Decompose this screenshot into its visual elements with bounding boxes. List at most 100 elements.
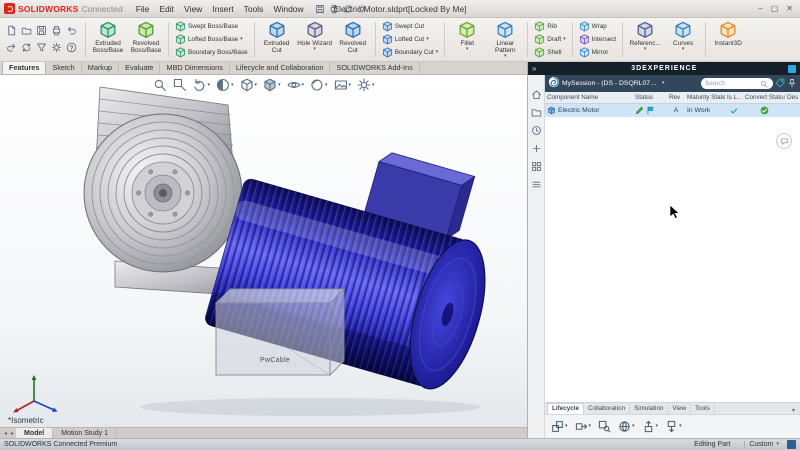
panel-tab-collaboration[interactable]: Collaboration [584, 404, 630, 414]
boundary-cut-button[interactable]: Boundary Cut▾ [382, 47, 439, 58]
panel-tab-lifecycle[interactable]: Lifecycle [547, 403, 584, 414]
tab-evaluate[interactable]: Evaluate [119, 62, 160, 74]
linear-pattern-button[interactable]: Linear Pattern▾ [486, 19, 524, 60]
3d-model-electric-motor[interactable] [0, 75, 527, 427]
zoom-area-button[interactable] [169, 77, 189, 93]
menu-file[interactable]: File [131, 2, 155, 16]
plus-icon[interactable] [531, 143, 542, 154]
instant3d-button[interactable]: Instant3D [709, 19, 747, 60]
previous-view-button[interactable]: ▾ [189, 77, 213, 93]
curves-button[interactable]: Curves▾ [664, 19, 702, 60]
draft-button[interactable]: Draft▾ [534, 34, 565, 45]
fillet-button[interactable]: Fillet▾ [448, 19, 486, 60]
box-up-arrow-button[interactable]: ▾ [642, 420, 659, 433]
panel-tab-view[interactable]: View [668, 404, 691, 414]
units-selector[interactable]: Custom ▾ [744, 441, 783, 448]
lofted-cut-button[interactable]: Lofted Cut▾ [382, 34, 439, 45]
component-row[interactable]: Electric MotorAIn Work [545, 104, 800, 117]
hide-show-button[interactable]: ▾ [284, 77, 308, 93]
boundary-boss-base-button[interactable]: Boundary Boss/Base [175, 47, 248, 58]
redo-icon[interactable] [6, 42, 17, 53]
extruded-boss-base-button[interactable]: Extruded Boss/Base [89, 19, 127, 60]
pin-icon[interactable] [787, 78, 797, 88]
grid-icon[interactable] [531, 161, 542, 172]
referenc-button[interactable]: Referenc...▾ [626, 19, 664, 60]
menu-window[interactable]: Window [268, 2, 308, 16]
swept-boss-base-button[interactable]: Swept Boss/Base [175, 21, 248, 32]
revolved-boss-base-button[interactable]: Revolved Boss/Base [127, 19, 165, 60]
maximize-button[interactable]: ▢ [771, 4, 779, 13]
section-view-button[interactable]: ▾ [213, 77, 237, 93]
folder-icon[interactable] [531, 107, 542, 118]
column-header-rev[interactable]: Rev [667, 94, 685, 101]
wrap-button[interactable]: Wrap [579, 21, 617, 32]
rib-button[interactable]: Rib [534, 21, 565, 32]
search-icon[interactable] [760, 80, 768, 88]
tab-solidworks-add-ins[interactable]: SOLIDWORKS Add-Ins [330, 62, 419, 74]
search-box[interactable] [701, 78, 773, 89]
chat-bubble-button[interactable] [776, 133, 792, 149]
collapse-panel-button[interactable]: » [532, 64, 536, 73]
column-header-status[interactable]: Status [633, 94, 667, 101]
box-arrow-right-button[interactable]: ▾ [575, 420, 592, 433]
menu-tools[interactable]: Tools [239, 2, 269, 16]
extruded-cut-button[interactable]: Extruded Cut [258, 19, 296, 60]
tab-lifecycle-and-collaboration[interactable]: Lifecycle and Collaboration [230, 62, 331, 74]
display-style-button[interactable]: ▾ [260, 77, 284, 93]
tab-features[interactable]: Features [2, 61, 46, 74]
selection-filter-icon[interactable] [36, 42, 47, 53]
help-icon[interactable] [66, 42, 77, 53]
save-icon[interactable] [36, 25, 47, 36]
chevron-down-icon[interactable]: ▾ [792, 407, 798, 414]
model-tab-model[interactable]: Model [16, 428, 53, 438]
hole-wizard-button[interactable]: Hole Wizard▾ [296, 19, 334, 60]
menu-lines-icon[interactable] [531, 179, 542, 190]
compass-icon[interactable] [548, 76, 560, 88]
home-icon[interactable] [531, 89, 542, 100]
mirror-button[interactable]: Mirror [579, 47, 617, 58]
box-magnifier-button[interactable] [598, 420, 611, 433]
panel-tab-tools[interactable]: Tools [691, 404, 715, 414]
revolved-cut-button[interactable]: Revolved Cut [334, 19, 372, 60]
model-tab-motion-study-1[interactable]: Motion Study 1 [53, 428, 117, 438]
zoom-fit-button[interactable] [149, 77, 169, 93]
undo-icon[interactable] [66, 25, 77, 36]
minimize-button[interactable]: – [758, 4, 762, 13]
view-settings-button[interactable]: ▾ [354, 77, 378, 93]
search-input[interactable] [705, 80, 759, 87]
scroll-tabs-left-icon[interactable]: ◂ [2, 430, 9, 437]
scroll-tabs-right-icon[interactable]: ▸ [9, 430, 16, 437]
clock-icon[interactable] [531, 125, 542, 136]
view-orientation-button[interactable]: ▾ [236, 77, 260, 93]
column-header-des[interactable]: Des [785, 94, 800, 101]
menu-edit[interactable]: Edit [154, 2, 179, 16]
lofted-boss-base-button[interactable]: Lofted Boss/Base▾ [175, 34, 248, 45]
save-icon[interactable] [315, 4, 325, 14]
column-header-is-l[interactable]: Is L... [725, 94, 743, 101]
panel-tab-simulation[interactable]: Simulation [630, 404, 668, 414]
swept-cut-button[interactable]: Swept Cut [382, 21, 439, 32]
tab-mbd-dimensions[interactable]: MBD Dimensions [160, 62, 229, 74]
tag-icon[interactable] [775, 78, 785, 88]
intersect-button[interactable]: Intersect [579, 34, 617, 45]
tab-sketch[interactable]: Sketch [46, 62, 81, 74]
column-header-convert-status[interactable]: Convert Status [743, 94, 785, 101]
options-icon[interactable] [51, 42, 62, 53]
column-header-maturity-state[interactable]: Maturity State [685, 94, 725, 101]
column-header-component-name[interactable]: Component Name [545, 94, 633, 101]
shell-button[interactable]: Shell [534, 47, 565, 58]
print-icon[interactable] [51, 25, 62, 36]
new-document-icon[interactable] [6, 25, 17, 36]
globe-gear-button[interactable]: ▾ [618, 420, 635, 433]
menu-view[interactable]: View [179, 2, 207, 16]
3dexperience-badge-icon[interactable] [788, 65, 796, 73]
apply-scene-button[interactable]: ▾ [331, 77, 355, 93]
open-icon[interactable] [21, 25, 32, 36]
close-button[interactable]: ✕ [786, 4, 793, 13]
edit-appearance-button[interactable]: ▾ [307, 77, 331, 93]
parts-stack-button[interactable]: ▾ [551, 420, 568, 433]
tab-markup[interactable]: Markup [82, 62, 119, 74]
session-selector[interactable]: MySession - (DS - DSQRL070 - E [562, 80, 660, 87]
rebuild-icon[interactable] [21, 42, 32, 53]
graphics-area[interactable]: ▾▾▾▾▾▾▾▾ PwCable *Isometric [0, 75, 527, 427]
